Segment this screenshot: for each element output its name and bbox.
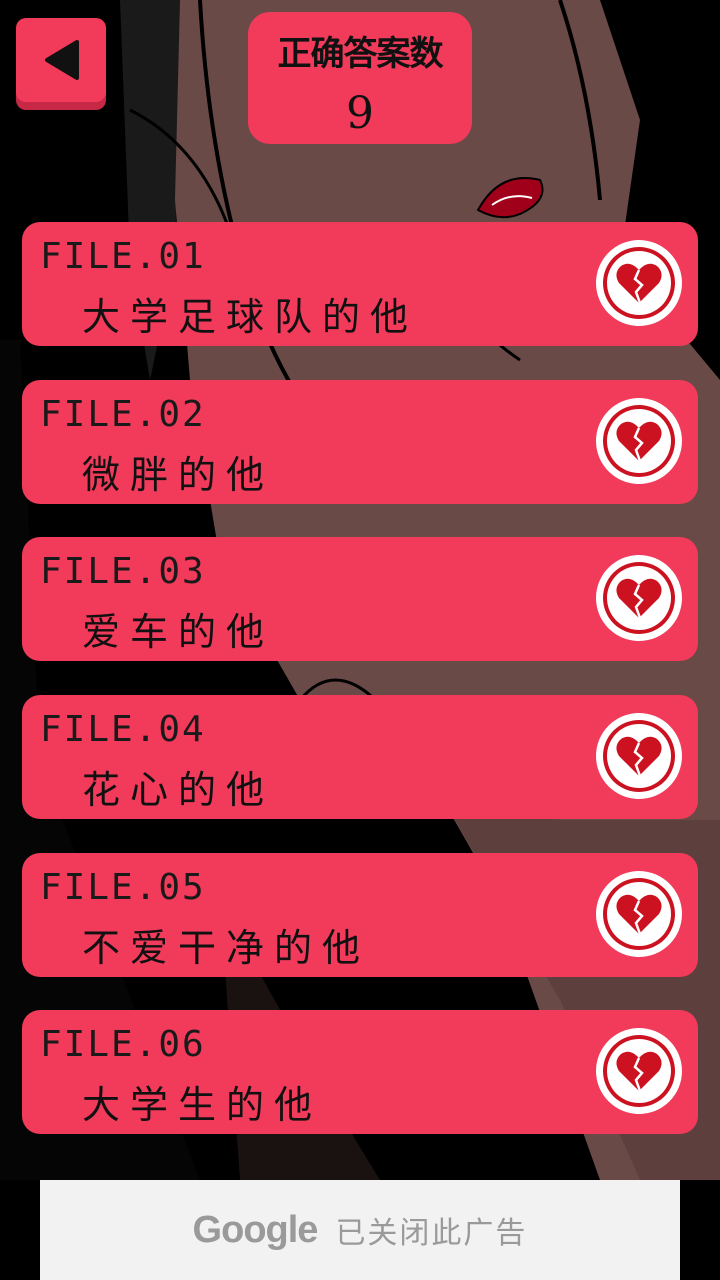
file-title: 大学生的他: [82, 1083, 323, 1127]
file-code: FILE.02: [40, 394, 206, 435]
file-code: FILE.06: [40, 1024, 206, 1065]
file-card-05[interactable]: FILE.05 不爱干净的他: [22, 853, 698, 977]
file-card-04[interactable]: FILE.04 花心的他: [22, 695, 698, 819]
file-card-02[interactable]: FILE.02 微胖的他: [22, 380, 698, 504]
broken-heart-icon: [616, 263, 662, 304]
broken-heart-icon: [616, 578, 662, 619]
ad-brand-logo: Google: [192, 1208, 319, 1251]
file-code: FILE.05: [40, 867, 206, 908]
status-badge: [596, 555, 682, 641]
status-badge: [596, 240, 682, 326]
file-title: 爱车的他: [82, 610, 275, 654]
file-card-06[interactable]: FILE.06 大学生的他: [22, 1010, 698, 1134]
file-card-01[interactable]: FILE.01 大学足球队的他: [22, 222, 698, 346]
score-value: 9: [346, 88, 374, 139]
file-title: 微胖的他: [82, 453, 275, 497]
file-title: 不爱干净的他: [82, 926, 371, 970]
file-code: FILE.04: [40, 709, 206, 750]
back-button[interactable]: [16, 18, 106, 102]
file-code: FILE.01: [40, 236, 206, 277]
broken-heart-icon: [616, 894, 662, 935]
ad-banner[interactable]: Google 已关闭此广告: [40, 1180, 680, 1280]
status-badge: [596, 1028, 682, 1114]
correct-answers-panel: 正确答案数 9: [248, 12, 472, 144]
file-card-03[interactable]: FILE.03 爱车的他: [22, 537, 698, 661]
broken-heart-icon: [616, 736, 662, 777]
ad-closed-message: 已关闭此广告: [335, 1216, 528, 1251]
broken-heart-icon: [616, 421, 662, 462]
status-badge: [596, 713, 682, 799]
score-label: 正确答案数: [277, 34, 444, 74]
status-badge: [596, 398, 682, 484]
file-code: FILE.03: [40, 551, 206, 592]
back-arrow-icon: [45, 40, 79, 80]
file-title: 大学足球队的他: [82, 295, 419, 339]
status-badge: [596, 871, 682, 957]
broken-heart-icon: [616, 1051, 662, 1092]
file-title: 花心的他: [82, 768, 275, 812]
